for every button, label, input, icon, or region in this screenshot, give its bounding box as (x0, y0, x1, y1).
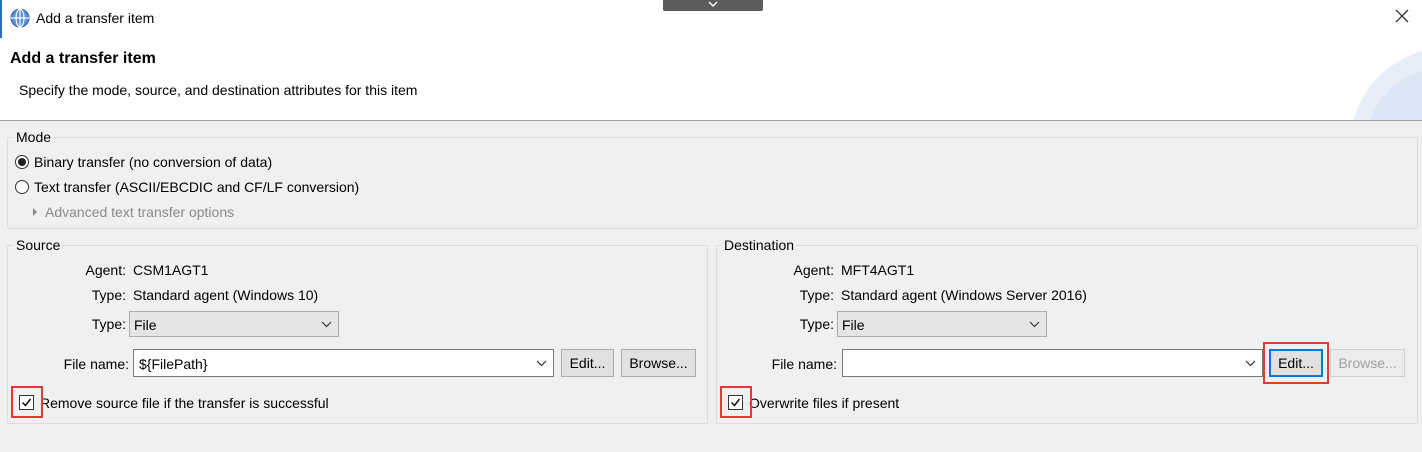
mode-group-label: Mode (14, 129, 54, 145)
chevron-down-icon (321, 321, 332, 328)
source-type-label: Type: (91, 316, 126, 332)
radio-binary-transfer[interactable]: Binary transfer (no conversion of data) (15, 154, 272, 170)
expand-triangle-icon (33, 208, 37, 216)
radio-text-label: Text transfer (ASCII/EBCDIC and CF/LF co… (34, 179, 360, 195)
source-type-selected-value: File (134, 317, 157, 333)
destination-agent-type-value: Standard agent (Windows Server 2016) (841, 287, 1087, 303)
source-agent-type-label: Type: (91, 287, 126, 303)
destination-group-label: Destination (722, 237, 797, 253)
source-file-name-combo[interactable]: ${FilePath} (133, 349, 554, 377)
source-type-select[interactable]: File (129, 311, 339, 337)
advanced-text-options-expander: Advanced text transfer options (33, 204, 234, 220)
page-title: Add a transfer item (10, 50, 156, 67)
source-edit-button[interactable]: Edit... (561, 349, 614, 377)
radio-text-transfer[interactable]: Text transfer (ASCII/EBCDIC and CF/LF co… (15, 179, 359, 195)
chevron-down-icon (1029, 321, 1040, 328)
destination-type-label: Type: (799, 316, 834, 332)
chevron-down-icon (708, 1, 718, 8)
source-browse-button[interactable]: Browse... (621, 349, 696, 377)
source-agent-value: CSM1AGT1 (133, 262, 209, 278)
source-checkbox-highlight (11, 386, 43, 418)
wizard-header: Add a transfer item Specify the mode, so… (0, 38, 1422, 120)
radio-binary-label: Binary transfer (no conversion of data) (34, 154, 273, 170)
advanced-text-options-label: Advanced text transfer options (45, 204, 235, 220)
close-icon[interactable] (1393, 7, 1411, 25)
destination-file-name-combo[interactable] (842, 349, 1263, 377)
chevron-down-icon[interactable] (1245, 360, 1256, 367)
source-file-name-value[interactable]: ${FilePath} (139, 356, 208, 372)
page-description: Specify the mode, source, and destinatio… (19, 82, 418, 98)
source-group-label: Source (14, 237, 63, 253)
radio-button[interactable] (15, 180, 29, 194)
globe-icon (10, 8, 30, 28)
destination-agent-label: Agent: (793, 262, 834, 278)
destination-type-selected-value: File (842, 317, 865, 333)
source-agent-type-value: Standard agent (Windows 10) (133, 287, 319, 303)
window-title: Add a transfer item (36, 10, 155, 26)
remove-source-checkbox-label[interactable]: Remove source file if the transfer is su… (40, 395, 329, 411)
overwrite-files-checkbox-label[interactable]: Overwrite files if present (749, 395, 899, 411)
destination-file-name-label: File name: (771, 356, 837, 372)
header-banner-graphic (1353, 50, 1422, 120)
destination-agent-type-label: Type: (799, 287, 834, 303)
destination-browse-button: Browse... (1330, 349, 1405, 377)
destination-checkbox-highlight (720, 386, 752, 418)
header-divider (0, 120, 1422, 121)
chevron-down-icon[interactable] (536, 360, 547, 367)
destination-agent-value: MFT4AGT1 (841, 262, 915, 278)
radio-button-selected[interactable] (15, 155, 29, 169)
collapse-tab[interactable] (663, 0, 763, 11)
destination-edit-highlight (1263, 342, 1329, 384)
destination-type-select[interactable]: File (837, 311, 1047, 337)
source-agent-label: Agent: (85, 262, 126, 278)
source-file-name-label: File name: (63, 356, 129, 372)
